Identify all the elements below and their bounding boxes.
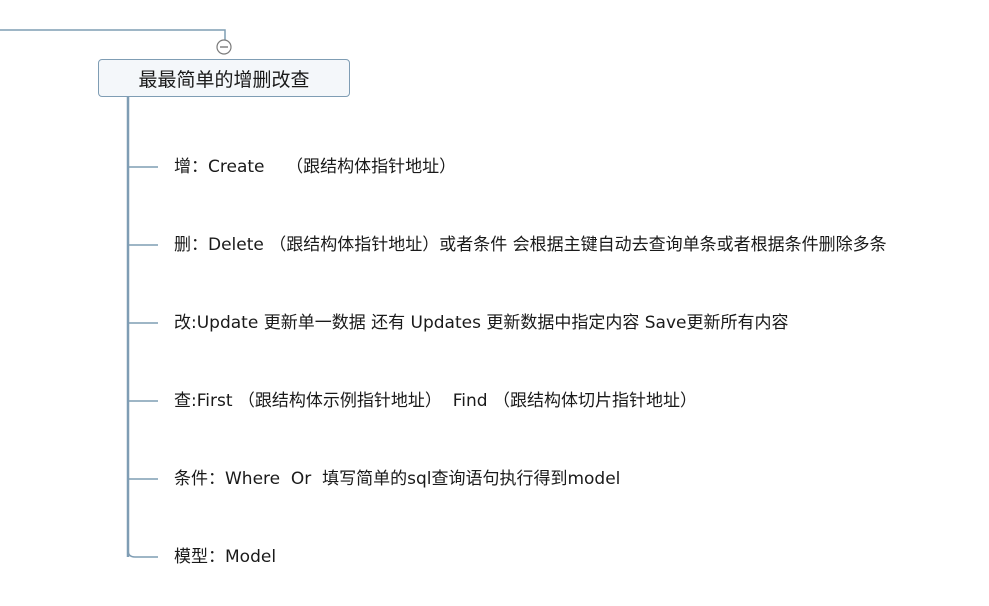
minus-circle-icon[interactable] [216, 39, 232, 55]
branch-update[interactable]: 改:Update 更新单一数据 还有 Updates 更新数据中指定内容 Sav… [174, 312, 788, 334]
central-topic-label: 最最简单的增删改查 [138, 68, 310, 91]
branch-query[interactable]: 查:First （跟结构体示例指针地址） Find （跟结构体切片指针地址） [174, 390, 697, 412]
branch-connector [127, 549, 158, 558]
branch-model[interactable]: 模型：Model [174, 546, 276, 568]
branch-create[interactable]: 增：Create （跟结构体指针地址） [174, 156, 456, 178]
central-topic[interactable]: 最最简单的增删改查 [98, 59, 350, 97]
mindmap-canvas: 最最简单的增删改查 增：Create （跟结构体指针地址） 删：Delete （… [0, 0, 989, 606]
branch-delete[interactable]: 删：Delete （跟结构体指针地址）或者条件 会根据主键自动去查询单条或者根据… [174, 234, 887, 256]
branch-condition[interactable]: 条件：Where Or 填写简单的sql查询语句执行得到model [174, 468, 620, 490]
parent-connector [0, 29, 226, 40]
